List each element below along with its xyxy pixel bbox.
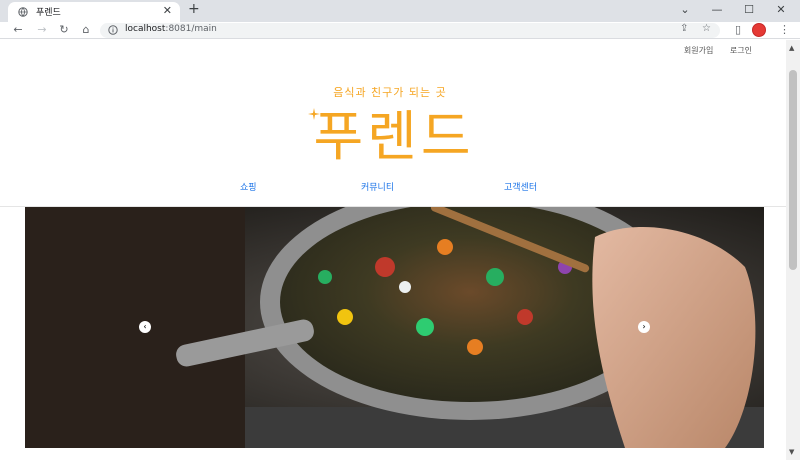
browser-tab-strip: 푸렌드 ✕ + ⌄ — ☐ ✕ [0, 0, 800, 22]
sparkle-icon [308, 108, 320, 120]
profile-avatar[interactable] [752, 23, 766, 37]
main-nav: 쇼핑 커뮤니티 고객센터 [0, 180, 786, 202]
carousel-slide-image [25, 207, 764, 448]
share-icon[interactable]: ⇪ [680, 23, 688, 34]
browser-toolbar: ← → ↻ ⌂ localhost:8081/main ⇪ ☆ ▯ [0, 22, 800, 39]
reload-icon[interactable]: ↻ [56, 22, 72, 38]
carousel-next-button[interactable]: › [638, 321, 650, 333]
nav-item-shopping[interactable]: 쇼핑 [240, 180, 257, 193]
nav-item-customer-center[interactable]: 고객센터 [504, 180, 537, 193]
tab-title: 푸렌드 [36, 8, 61, 18]
login-link[interactable]: 로그인 [730, 46, 752, 55]
globe-icon [18, 7, 28, 17]
site-logo[interactable]: 푸렌드 [298, 92, 490, 171]
page-content: 회원가입 로그인 음식과 친구가 되는 곳 푸렌드 쇼핑 커뮤니티 고객센터 ‹… [0, 40, 786, 460]
scroll-up-icon[interactable]: ▲ [789, 44, 794, 52]
info-icon[interactable] [108, 25, 118, 35]
nav-item-community[interactable]: 커뮤니티 [361, 180, 394, 193]
menu-dots-icon[interactable]: ⋮ [779, 23, 790, 36]
back-arrow-icon[interactable]: ← [10, 22, 26, 38]
browser-tab[interactable]: 푸렌드 ✕ [8, 2, 180, 22]
tab-close-button[interactable]: ✕ [163, 4, 172, 17]
side-panel-icon[interactable]: ▯ [730, 22, 746, 38]
top-links: 회원가입 로그인 [670, 45, 752, 56]
star-icon[interactable]: ☆ [702, 23, 711, 34]
tab-search-button[interactable]: ⌄ [669, 0, 701, 22]
signup-link[interactable]: 회원가입 [684, 46, 713, 55]
carousel-indicators [0, 452, 786, 460]
maximize-button[interactable]: ☐ [733, 0, 765, 22]
food-photo [25, 207, 764, 448]
scroll-thumb[interactable] [789, 70, 797, 270]
carousel-prev-button[interactable]: ‹ [139, 321, 151, 333]
minimize-button[interactable]: — [701, 0, 733, 22]
url-host: localhost [125, 24, 166, 34]
page-scrollbar[interactable]: ▲ ▼ [786, 40, 800, 460]
scroll-down-icon[interactable]: ▼ [789, 448, 794, 456]
url-text: localhost:8081/main [125, 24, 217, 34]
url-path: :8081/main [165, 24, 217, 34]
forward-arrow-icon[interactable]: → [34, 22, 50, 38]
close-window-button[interactable]: ✕ [765, 0, 797, 22]
address-bar[interactable]: localhost:8081/main ⇪ ☆ [100, 23, 720, 38]
home-icon[interactable]: ⌂ [78, 22, 94, 38]
new-tab-button[interactable]: + [188, 1, 200, 17]
